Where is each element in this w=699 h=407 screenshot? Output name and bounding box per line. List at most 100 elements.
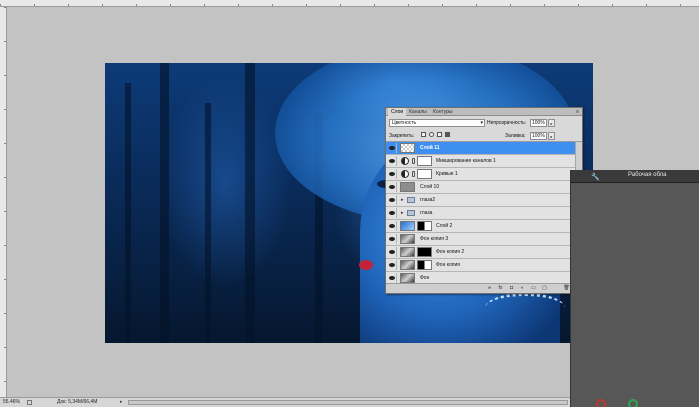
canvas-tree xyxy=(245,63,255,343)
opacity-label: Непрозрачность: xyxy=(487,120,527,126)
fx-icon[interactable]: fx xyxy=(497,285,504,292)
layer-thumbnail xyxy=(400,234,415,244)
canvas-tree xyxy=(205,103,211,343)
layer-thumbnail xyxy=(400,143,415,153)
eye-icon[interactable] xyxy=(387,234,397,244)
layer-row[interactable]: Слой 10 xyxy=(386,181,576,194)
lock-transparency-icon[interactable] xyxy=(421,132,426,137)
eye-icon[interactable] xyxy=(387,247,397,257)
red-indicator-icon xyxy=(596,399,606,407)
adjustment-icon xyxy=(401,157,409,165)
mask-thumbnail xyxy=(417,260,432,270)
tab-layers[interactable]: Слои xyxy=(388,108,407,116)
fill-stepper[interactable]: ▸ xyxy=(548,132,555,140)
trash-icon[interactable]: 🗑 xyxy=(563,285,570,292)
layer-name: Фон копия 2 xyxy=(436,249,465,255)
eye-icon[interactable] xyxy=(387,208,397,218)
link-layers-icon[interactable]: ∞ xyxy=(486,285,493,292)
mask-thumbnail xyxy=(417,247,432,257)
eye-icon[interactable] xyxy=(387,156,397,166)
horizontal-scrollbar[interactable] xyxy=(128,400,568,405)
eye-icon[interactable] xyxy=(387,169,397,179)
folder-icon xyxy=(407,197,415,203)
layer-name: Кривые 1 xyxy=(436,171,458,177)
canvas-tree xyxy=(160,63,169,343)
layer-name: Слой 11 xyxy=(420,145,440,151)
lock-all-icon[interactable] xyxy=(445,132,450,137)
wrench-icon[interactable]: 🔧 xyxy=(591,173,600,181)
layer-thumbnail xyxy=(400,273,415,283)
horizontal-ruler[interactable] xyxy=(0,0,699,7)
tab-paths[interactable]: Контуры xyxy=(430,108,456,116)
eye-icon[interactable] xyxy=(387,195,397,205)
blend-mode-select[interactable]: Цветность ▾ xyxy=(389,119,485,127)
layer-name: глаза2 xyxy=(420,197,436,203)
add-mask-icon[interactable]: ◘ xyxy=(508,285,515,292)
layer-row[interactable]: Слой 11 xyxy=(386,142,576,155)
vertical-ruler[interactable] xyxy=(0,7,7,397)
layer-name: глаза xyxy=(420,210,433,216)
layer-name: Слой 10 xyxy=(420,184,440,190)
layer-name: Микширование каналов 1 xyxy=(436,158,496,164)
workspace-panel: 🔧 Рабочая обла xyxy=(570,170,699,407)
eye-icon[interactable] xyxy=(387,221,397,231)
layer-thumbnail xyxy=(400,260,415,270)
workspace-label: Рабочая обла xyxy=(628,172,667,178)
panel-tabs: Слои Каналы Контуры ≡ xyxy=(386,108,582,116)
panel-menu-icon[interactable]: ≡ xyxy=(576,109,579,115)
lock-position-icon[interactable] xyxy=(437,132,442,137)
eye-icon[interactable] xyxy=(387,273,397,283)
layer-list: Слой 11 Микширование каналов 1 Кривые 1 … xyxy=(386,142,576,284)
layers-panel: Слои Каналы Контуры ≡ Цветность ▾ Непроз… xyxy=(385,107,583,294)
opacity-stepper[interactable]: ▸ xyxy=(548,119,555,127)
layer-row[interactable]: ▸ глаза xyxy=(386,207,576,220)
adjustment-icon xyxy=(401,170,409,178)
layer-row[interactable]: Микширование каналов 1 xyxy=(386,155,576,168)
tab-channels[interactable]: Каналы xyxy=(406,108,430,116)
expand-arrow-icon[interactable]: ▸ xyxy=(401,210,404,216)
link-icon xyxy=(412,171,415,177)
status-menu-arrow[interactable]: ▸ xyxy=(120,399,123,405)
opacity-input[interactable]: 100% xyxy=(530,119,547,127)
zoom-box-icon[interactable] xyxy=(27,400,32,405)
lock-label: Закрепить: xyxy=(389,133,415,139)
mask-thumbnail xyxy=(417,169,432,179)
layer-thumbnail xyxy=(400,247,415,257)
canvas-lips xyxy=(359,260,373,270)
layer-name: Фон копия xyxy=(436,262,460,268)
folder-icon xyxy=(407,210,415,216)
layer-row[interactable]: Фон копия 2 xyxy=(386,246,576,259)
mask-thumbnail xyxy=(417,221,432,231)
layer-thumbnail xyxy=(400,221,415,231)
layer-row[interactable]: Слой 2 xyxy=(386,220,576,233)
link-icon xyxy=(412,158,415,164)
eye-icon[interactable] xyxy=(387,143,397,153)
document-size: Док: 5,34M/66,4M xyxy=(57,399,98,405)
canvas-tree xyxy=(125,83,131,343)
new-group-icon[interactable]: ▭ xyxy=(530,285,537,292)
green-indicator-icon xyxy=(628,399,638,407)
lock-options-row: Закрепить: Заливка: 100% ▸ xyxy=(386,130,582,142)
layer-row[interactable]: Фон копия xyxy=(386,259,576,272)
status-bar: 55.46% Док: 5,34M/66,4M ▸ xyxy=(0,397,570,407)
adjustment-layer-icon[interactable]: ◐ xyxy=(519,285,526,292)
blend-mode-value: Цветность xyxy=(392,120,417,126)
mask-thumbnail xyxy=(417,156,432,166)
layer-name: Фон копия 3 xyxy=(420,236,449,242)
chevron-down-icon: ▾ xyxy=(480,120,483,126)
eye-icon[interactable] xyxy=(387,182,397,192)
blend-options-row: Цветность ▾ Непрозрачность: 100% ▸ xyxy=(386,117,582,129)
expand-arrow-icon[interactable]: ▸ xyxy=(401,197,404,203)
layer-row[interactable]: ▸ глаза2 xyxy=(386,194,576,207)
layer-row[interactable]: Кривые 1 xyxy=(386,168,576,181)
fill-input[interactable]: 100% xyxy=(530,132,547,140)
zoom-level[interactable]: 55.46% xyxy=(3,399,20,405)
layer-row[interactable]: Фон копия 3 xyxy=(386,233,576,246)
eye-icon[interactable] xyxy=(387,260,397,270)
workspace-header: 🔧 Рабочая обла xyxy=(571,170,699,183)
new-layer-icon[interactable]: ▢ xyxy=(541,285,548,292)
canvas-pearls xyxy=(485,293,565,323)
layer-name: Слой 2 xyxy=(436,223,453,229)
lock-pixels-icon[interactable] xyxy=(429,132,434,137)
layer-thumbnail xyxy=(400,182,415,192)
